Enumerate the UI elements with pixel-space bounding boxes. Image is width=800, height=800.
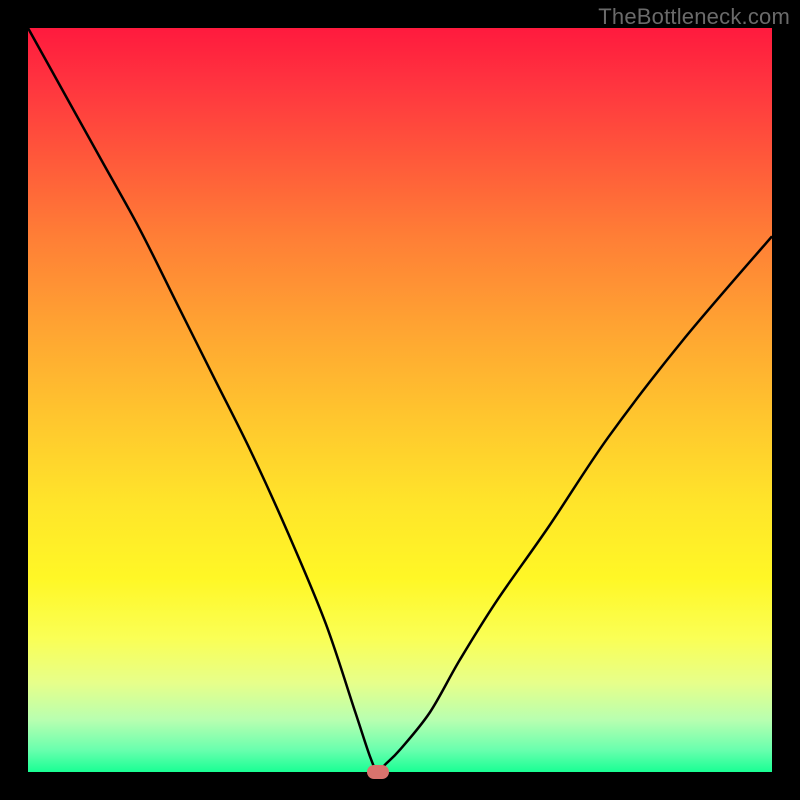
chart-frame: TheBottleneck.com: [0, 0, 800, 800]
optimum-marker: [367, 765, 389, 779]
plot-area: [28, 28, 772, 772]
watermark-text: TheBottleneck.com: [598, 4, 790, 30]
curve-path: [28, 28, 772, 772]
bottleneck-curve: [28, 28, 772, 772]
